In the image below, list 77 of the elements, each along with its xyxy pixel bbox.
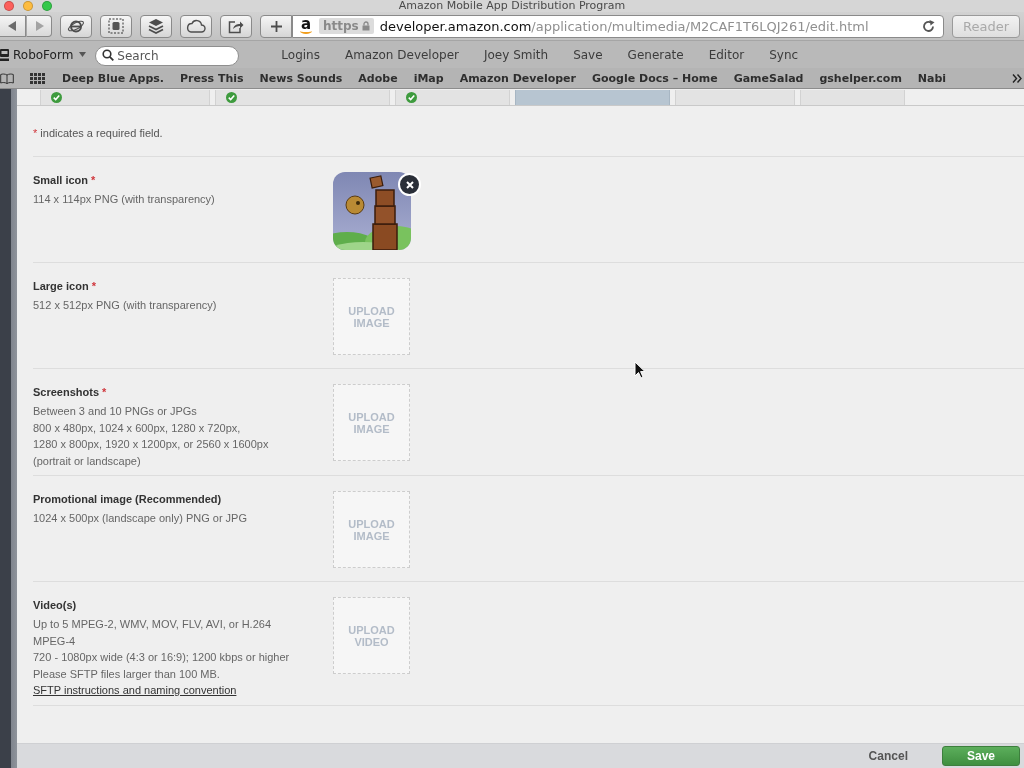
window-close-button[interactable] bbox=[4, 1, 14, 11]
toolbar-link[interactable]: Logins bbox=[281, 47, 320, 62]
bookmark-link[interactable]: Deep Blue Apps. bbox=[62, 71, 165, 85]
check-icon bbox=[226, 92, 237, 103]
bookmark-link[interactable]: Press This bbox=[180, 71, 244, 85]
toolbar-button[interactable] bbox=[140, 14, 172, 38]
reload-icon[interactable] bbox=[922, 19, 935, 33]
field-hint: Between 3 and 10 PNGs or JPGs bbox=[33, 404, 197, 419]
toolbar-button[interactable] bbox=[100, 14, 132, 38]
save-button[interactable]: Save bbox=[941, 746, 1020, 766]
back-arrow-icon bbox=[8, 21, 17, 31]
share-icon bbox=[228, 18, 244, 34]
check-icon bbox=[51, 92, 62, 103]
tab[interactable] bbox=[215, 90, 390, 105]
required-note: * indicates a required field. bbox=[33, 127, 163, 139]
address-field[interactable]: a https developer.amazon.com/application/multimedia/M2CAF1T6LQJ261/edit.html bbox=[292, 14, 944, 38]
bookmark-link[interactable]: Amazon Developer bbox=[459, 71, 576, 85]
planet-icon bbox=[67, 18, 85, 34]
cloud-icon bbox=[186, 19, 206, 33]
bookmark-link[interactable]: GameSalad bbox=[733, 71, 804, 85]
toolbar-button[interactable] bbox=[180, 14, 212, 38]
bookmark-link[interactable]: Nabi bbox=[917, 71, 947, 85]
check-icon bbox=[406, 92, 417, 103]
bookmark-link[interactable]: gshelper.com bbox=[819, 71, 902, 85]
new-tab-button[interactable] bbox=[260, 14, 292, 38]
roboform-menu-button[interactable]: RoboForm bbox=[9, 47, 87, 62]
field-label: Small icon * bbox=[33, 173, 96, 188]
field-hint: 512 x 512px PNG (with transparency) bbox=[33, 298, 217, 313]
dashed-frame-icon bbox=[108, 18, 124, 34]
field-label: Screenshots * bbox=[33, 385, 107, 400]
toolbar-link[interactable]: Generate bbox=[627, 47, 684, 62]
grid-icon[interactable] bbox=[30, 72, 45, 84]
lock-icon bbox=[361, 21, 370, 31]
search-field[interactable]: Search bbox=[95, 45, 240, 66]
forward-arrow-icon bbox=[34, 21, 44, 31]
book-icon[interactable] bbox=[0, 72, 14, 84]
field-hint: 1280 x 800px, 1920 x 1200px, or 2560 x 1600px bbox=[33, 437, 269, 452]
field-hint: 800 x 480px, 1024 x 600px, 1280 x 720px, bbox=[33, 420, 241, 436]
field-hint: 1024 x 500px (landscape only) PNG or JPG bbox=[33, 511, 247, 526]
toolbar-link[interactable]: Sync bbox=[769, 47, 799, 62]
bookmark-link[interactable]: Google Docs – Home bbox=[591, 71, 718, 85]
chevron-icon[interactable] bbox=[1012, 73, 1022, 83]
url-scheme: https bbox=[323, 19, 359, 33]
toolbar-link[interactable]: Save bbox=[573, 47, 603, 62]
remove-image-button[interactable] bbox=[398, 173, 421, 196]
forward-button[interactable] bbox=[26, 15, 52, 37]
field-label: Promotional image (Recommended) bbox=[33, 492, 222, 507]
tab[interactable] bbox=[395, 90, 510, 105]
field-hint: (portrait or landscape) bbox=[33, 453, 141, 469]
cancel-button[interactable]: Cancel bbox=[864, 746, 912, 766]
toolbar-link[interactable]: Amazon Developer bbox=[344, 47, 459, 62]
field-label: Video(s) bbox=[33, 598, 77, 613]
site-favicon: a bbox=[299, 17, 313, 35]
bookmark-link[interactable]: iMap bbox=[413, 71, 444, 85]
toolbar-link[interactable]: Editor bbox=[708, 47, 745, 62]
caret-icon bbox=[79, 52, 87, 57]
plus-icon bbox=[270, 20, 282, 32]
toolbar-button[interactable] bbox=[60, 14, 92, 38]
layers-icon bbox=[148, 18, 164, 34]
instructions-link[interactable]: SFTP instructions and naming convention bbox=[33, 682, 237, 699]
field-hint: 720 - 1080px wide (4:3 or 16:9); 1200 kbps or higher bbox=[33, 650, 290, 665]
back-button[interactable] bbox=[0, 15, 26, 37]
field-label: Large icon * bbox=[33, 279, 96, 294]
bookmark-link[interactable]: News Sounds bbox=[259, 71, 343, 85]
field-hint: MPEG-4 bbox=[33, 633, 76, 649]
cursor-icon bbox=[634, 361, 646, 379]
field-hint: Up to 5 MPEG-2, WMV, MOV, FLV, AVI, or H.264 bbox=[33, 617, 272, 632]
toolbar-button[interactable] bbox=[220, 14, 252, 38]
field-hint: 114 x 114px PNG (with transparency) bbox=[33, 192, 215, 207]
close-icon bbox=[405, 180, 414, 189]
toolbar-link[interactable]: Joey Smith bbox=[484, 47, 549, 62]
window-title: Amazon Mobile App Distribution Program bbox=[397, 0, 627, 12]
tab[interactable] bbox=[40, 90, 210, 105]
url-text: developer.amazon.com/application/multimedia/M2CAF1T6LQJ261/edit.html bbox=[379, 18, 870, 34]
bookmark-link[interactable]: Adobe bbox=[358, 71, 398, 85]
search-icon bbox=[102, 48, 115, 61]
field-hint: Please SFTP files larger than 100 MB. bbox=[33, 666, 220, 682]
